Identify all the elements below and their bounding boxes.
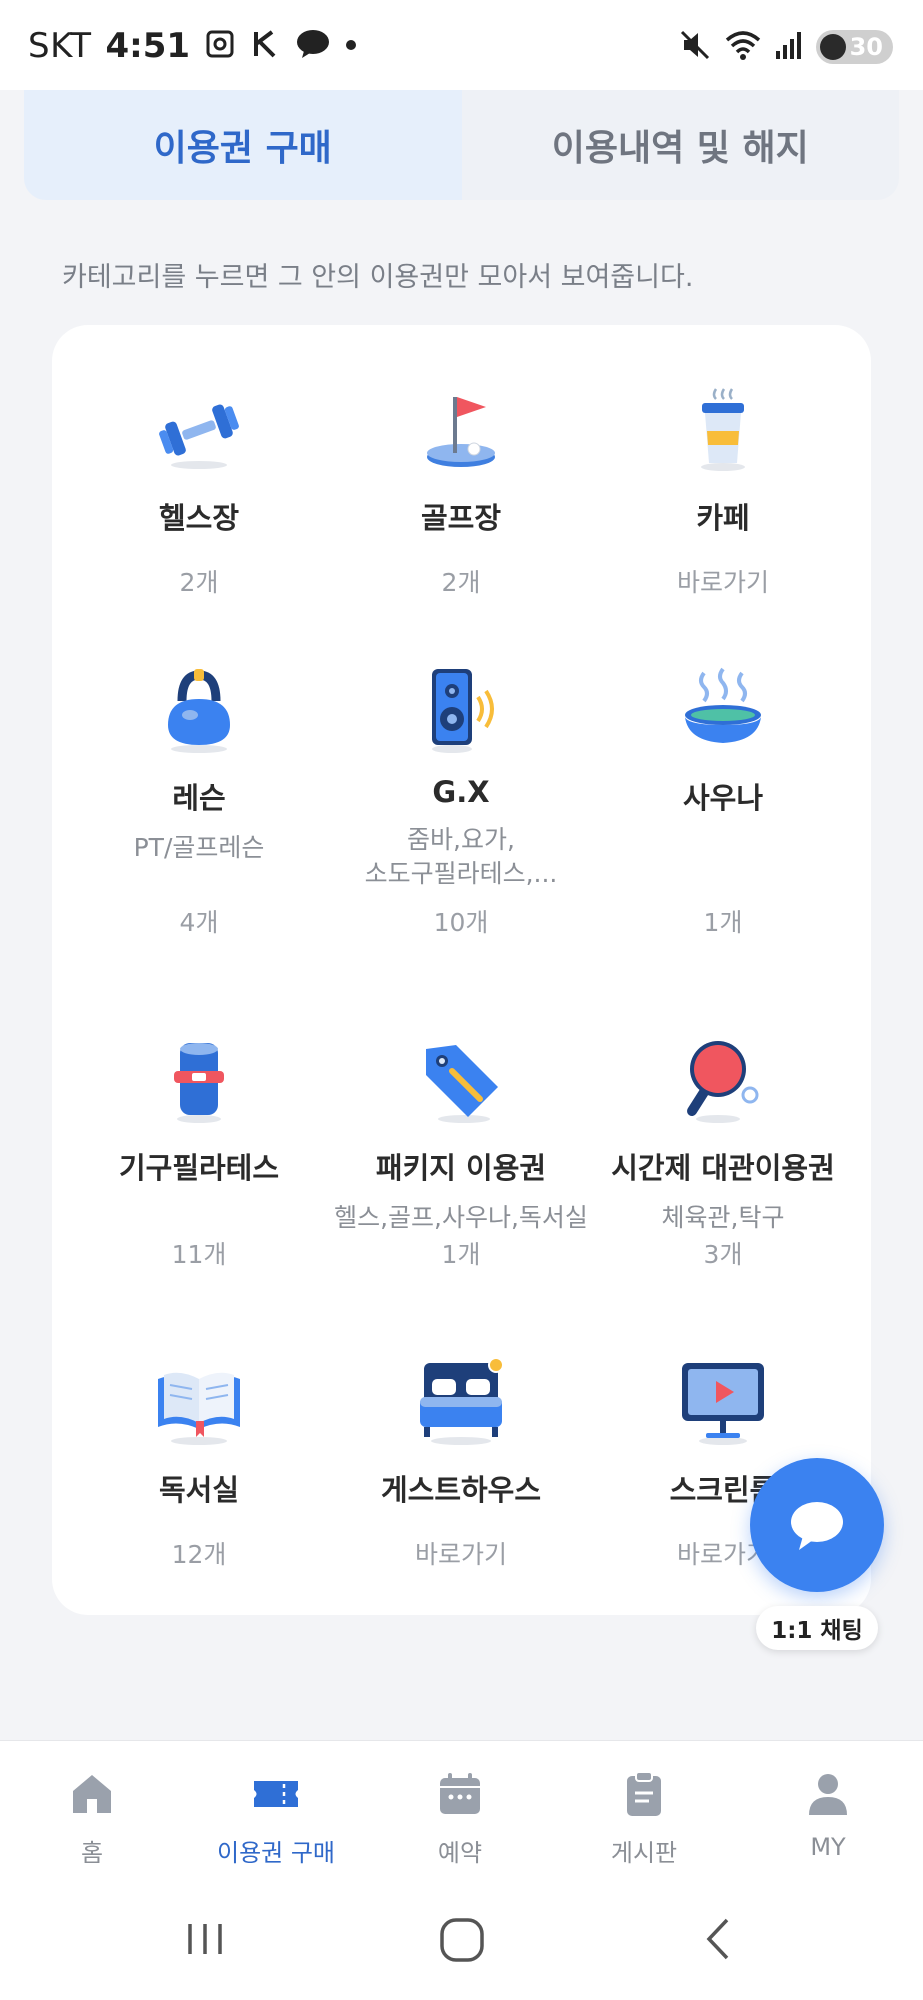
tab-bar: 이용권 구매 이용내역 및 해지 <box>24 90 899 200</box>
sauna-icon <box>685 667 761 743</box>
nav-label: MY <box>810 1833 846 1861</box>
category-item-golf[interactable]: 골프장 2개 <box>330 385 592 597</box>
category-item-package[interactable]: 패키지 이용권 헬스,골프,사우나,독서실 1개 <box>330 1035 592 1269</box>
category-count: 10개 <box>433 908 489 937</box>
dot-icon <box>344 37 358 56</box>
category-item-cafe[interactable]: 카페 바로가기 <box>592 385 854 597</box>
chat-label[interactable]: 1:1 채팅 <box>756 1606 878 1650</box>
nav-ticket-purchase[interactable]: 이용권 구매 <box>184 1769 368 1868</box>
category-name: 헬스장 <box>158 501 240 535</box>
category-item-lesson[interactable]: 레슨 PT/골프레슨 4개 <box>68 665 330 937</box>
golf-flag-icon <box>427 397 495 467</box>
category-item-gym[interactable]: 헬스장 2개 <box>68 385 330 597</box>
dumbbell-icon <box>159 404 239 469</box>
nav-label: 이용권 구매 <box>216 1839 336 1867</box>
category-name: 시간제 대관이용권 <box>611 1151 835 1185</box>
status-bar: SKT 4:51 30 <box>0 0 923 90</box>
person-icon <box>809 1774 847 1815</box>
tab-purchase[interactable]: 이용권 구매 <box>24 90 462 200</box>
clipboard-icon <box>627 1771 661 1816</box>
tab-history-cancel[interactable]: 이용내역 및 해지 <box>462 90 900 200</box>
recents-button[interactable] <box>180 1914 230 1968</box>
ticket-icon <box>254 1781 298 1807</box>
mute-icon <box>678 28 712 66</box>
kakaotalk-icon <box>296 29 330 63</box>
system-nav-bar <box>0 1880 923 2000</box>
nav-my[interactable]: MY <box>736 1769 920 1861</box>
battery-saver-icon <box>819 34 846 60</box>
category-grid: 헬스장 2개 골프장 2개 카페 바로가기 레슨 PT/골프레슨 4개 G.X … <box>52 325 871 1615</box>
category-hint: 카테고리를 누르면 그 안의 이용권만 모아서 보여줍니다. <box>62 262 694 293</box>
clock-time: 4:51 <box>105 26 191 66</box>
category-name: 게스트하우스 <box>380 1473 542 1507</box>
carrier-label: SKT <box>28 26 92 66</box>
category-subtitle: 줌바,요가, 소도구필라테스,... <box>364 825 558 888</box>
category-count: 2개 <box>179 568 219 597</box>
wifi-icon <box>724 28 762 66</box>
tag-icon <box>426 1045 498 1123</box>
category-item-gx[interactable]: G.X 줌바,요가, 소도구필라테스,... 10개 <box>330 665 592 937</box>
category-name: 사우나 <box>682 781 764 815</box>
category-name: 레슨 <box>172 781 226 815</box>
back-button[interactable] <box>695 1914 745 1968</box>
screenshot-icon <box>204 28 236 64</box>
bottom-nav: 홈 이용권 구매 예약 게시판 MY <box>0 1740 923 1881</box>
book-icon <box>158 1372 240 1445</box>
category-count: 2개 <box>441 568 481 597</box>
chat-fab-button[interactable] <box>750 1458 884 1592</box>
category-count: 4개 <box>179 908 219 937</box>
category-name: G.X <box>432 775 490 809</box>
category-name: 기구필라테스 <box>118 1151 280 1185</box>
nav-label: 홈 <box>80 1839 104 1867</box>
home-circle-icon <box>440 1918 484 1962</box>
bed-icon <box>420 1357 504 1445</box>
nav-home[interactable]: 홈 <box>0 1769 184 1868</box>
category-item-study-room[interactable]: 독서실 12개 <box>68 1357 330 1569</box>
recents-icon <box>188 1924 222 1954</box>
category-subtitle: PT/골프레슨 <box>133 833 265 862</box>
screen-icon <box>682 1363 764 1445</box>
category-item-pilates[interactable]: 기구필라테스 11개 <box>68 1035 330 1269</box>
category-name: 독서실 <box>158 1473 240 1507</box>
nav-board[interactable]: 게시판 <box>552 1769 736 1868</box>
category-count: 3개 <box>703 1240 743 1269</box>
kettlebell-icon <box>168 669 230 753</box>
home-icon <box>73 1775 111 1813</box>
chat-bubble-icon <box>791 1502 843 1550</box>
nav-reservation[interactable]: 예약 <box>368 1769 552 1868</box>
k-icon <box>250 28 282 64</box>
speaker-icon <box>432 669 494 753</box>
category-count: 1개 <box>703 908 743 937</box>
category-subtitle: 헬스,골프,사우나,독서실 <box>334 1203 588 1232</box>
category-shortcut: 바로가기 <box>676 568 769 597</box>
pilates-roller-icon <box>174 1043 224 1123</box>
category-subtitle: 체육관,탁구 <box>661 1203 785 1232</box>
category-count: 11개 <box>171 1240 227 1269</box>
category-name: 골프장 <box>420 501 502 535</box>
nav-label: 게시판 <box>610 1839 678 1867</box>
ping-pong-icon <box>687 1041 759 1123</box>
category-name: 패키지 이용권 <box>375 1151 547 1185</box>
battery-indicator: 30 <box>815 30 893 64</box>
calendar-icon <box>440 1773 480 1814</box>
category-item-hourly-rental[interactable]: 시간제 대관이용권 체육관,탁구 3개 <box>592 1035 854 1269</box>
coffee-cup-icon <box>701 388 745 471</box>
nav-label: 예약 <box>437 1839 483 1867</box>
category-item-guesthouse[interactable]: 게스트하우스 바로가기 <box>330 1357 592 1569</box>
home-system-button[interactable] <box>436 1914 488 1970</box>
category-shortcut: 바로가기 <box>414 1540 507 1569</box>
category-name: 카페 <box>696 501 750 535</box>
signal-icon <box>774 29 804 65</box>
category-item-sauna[interactable]: 사우나 1개 <box>592 665 854 937</box>
back-icon <box>706 1918 729 1960</box>
category-count: 1개 <box>441 1240 481 1269</box>
category-count: 12개 <box>171 1540 227 1569</box>
battery-level: 30 <box>849 33 883 61</box>
